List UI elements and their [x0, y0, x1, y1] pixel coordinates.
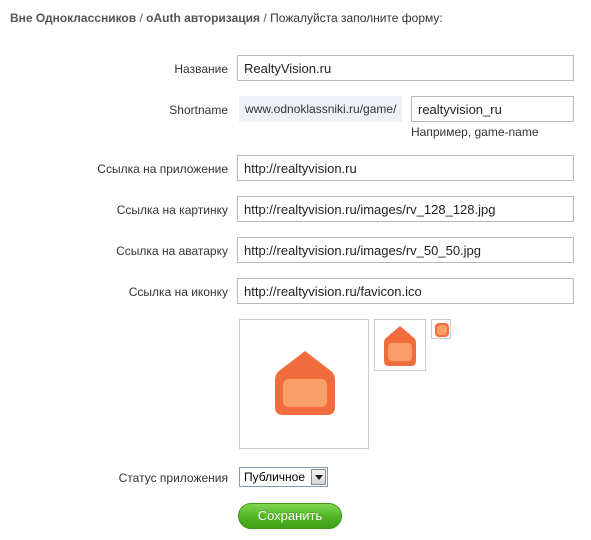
avatar-link-input[interactable] — [237, 237, 574, 263]
name-input[interactable] — [237, 55, 574, 81]
breadcrumb: Вне Одноклассников / oAuth авторизация /… — [10, 11, 443, 25]
name-label: Название — [174, 62, 228, 76]
favicon-icon — [435, 323, 449, 337]
avatar-link-label: Ссылка на аватарку — [116, 244, 228, 258]
shortname-hint: Например, game-name — [411, 125, 539, 139]
picture-link-label: Ссылка на картинку — [116, 203, 228, 217]
icon-preview — [431, 319, 451, 339]
app-link-input[interactable] — [237, 155, 574, 181]
shortname-label: Shortname — [169, 103, 228, 117]
status-select[interactable]: Публичное — [239, 467, 328, 487]
picture-preview — [239, 319, 369, 449]
status-selected-value: Публичное — [244, 470, 306, 484]
status-label: Статус приложения — [118, 471, 228, 485]
icon-link-input[interactable] — [237, 278, 574, 304]
house-logo-icon — [275, 351, 335, 415]
icon-link-label: Ссылка на иконку — [128, 285, 228, 299]
breadcrumb-current: Пожалуйста заполните форму: — [270, 11, 443, 25]
breadcrumb-item-outside[interactable]: Вне Одноклассников — [10, 11, 136, 25]
breadcrumb-separator: / — [139, 11, 143, 25]
avatar-preview — [374, 319, 426, 371]
shortname-input[interactable] — [411, 96, 574, 122]
breadcrumb-separator: / — [263, 11, 267, 25]
house-logo-icon — [384, 326, 416, 366]
chevron-down-icon[interactable] — [311, 469, 326, 485]
breadcrumb-item-oauth[interactable]: oAuth авторизация — [146, 11, 260, 25]
picture-link-input[interactable] — [237, 196, 574, 222]
shortname-prefix: www.odnoklassniki.ru/game/ — [239, 96, 403, 122]
save-button[interactable]: Сохранить — [238, 503, 342, 529]
app-link-label: Ссылка на приложение — [97, 162, 228, 176]
